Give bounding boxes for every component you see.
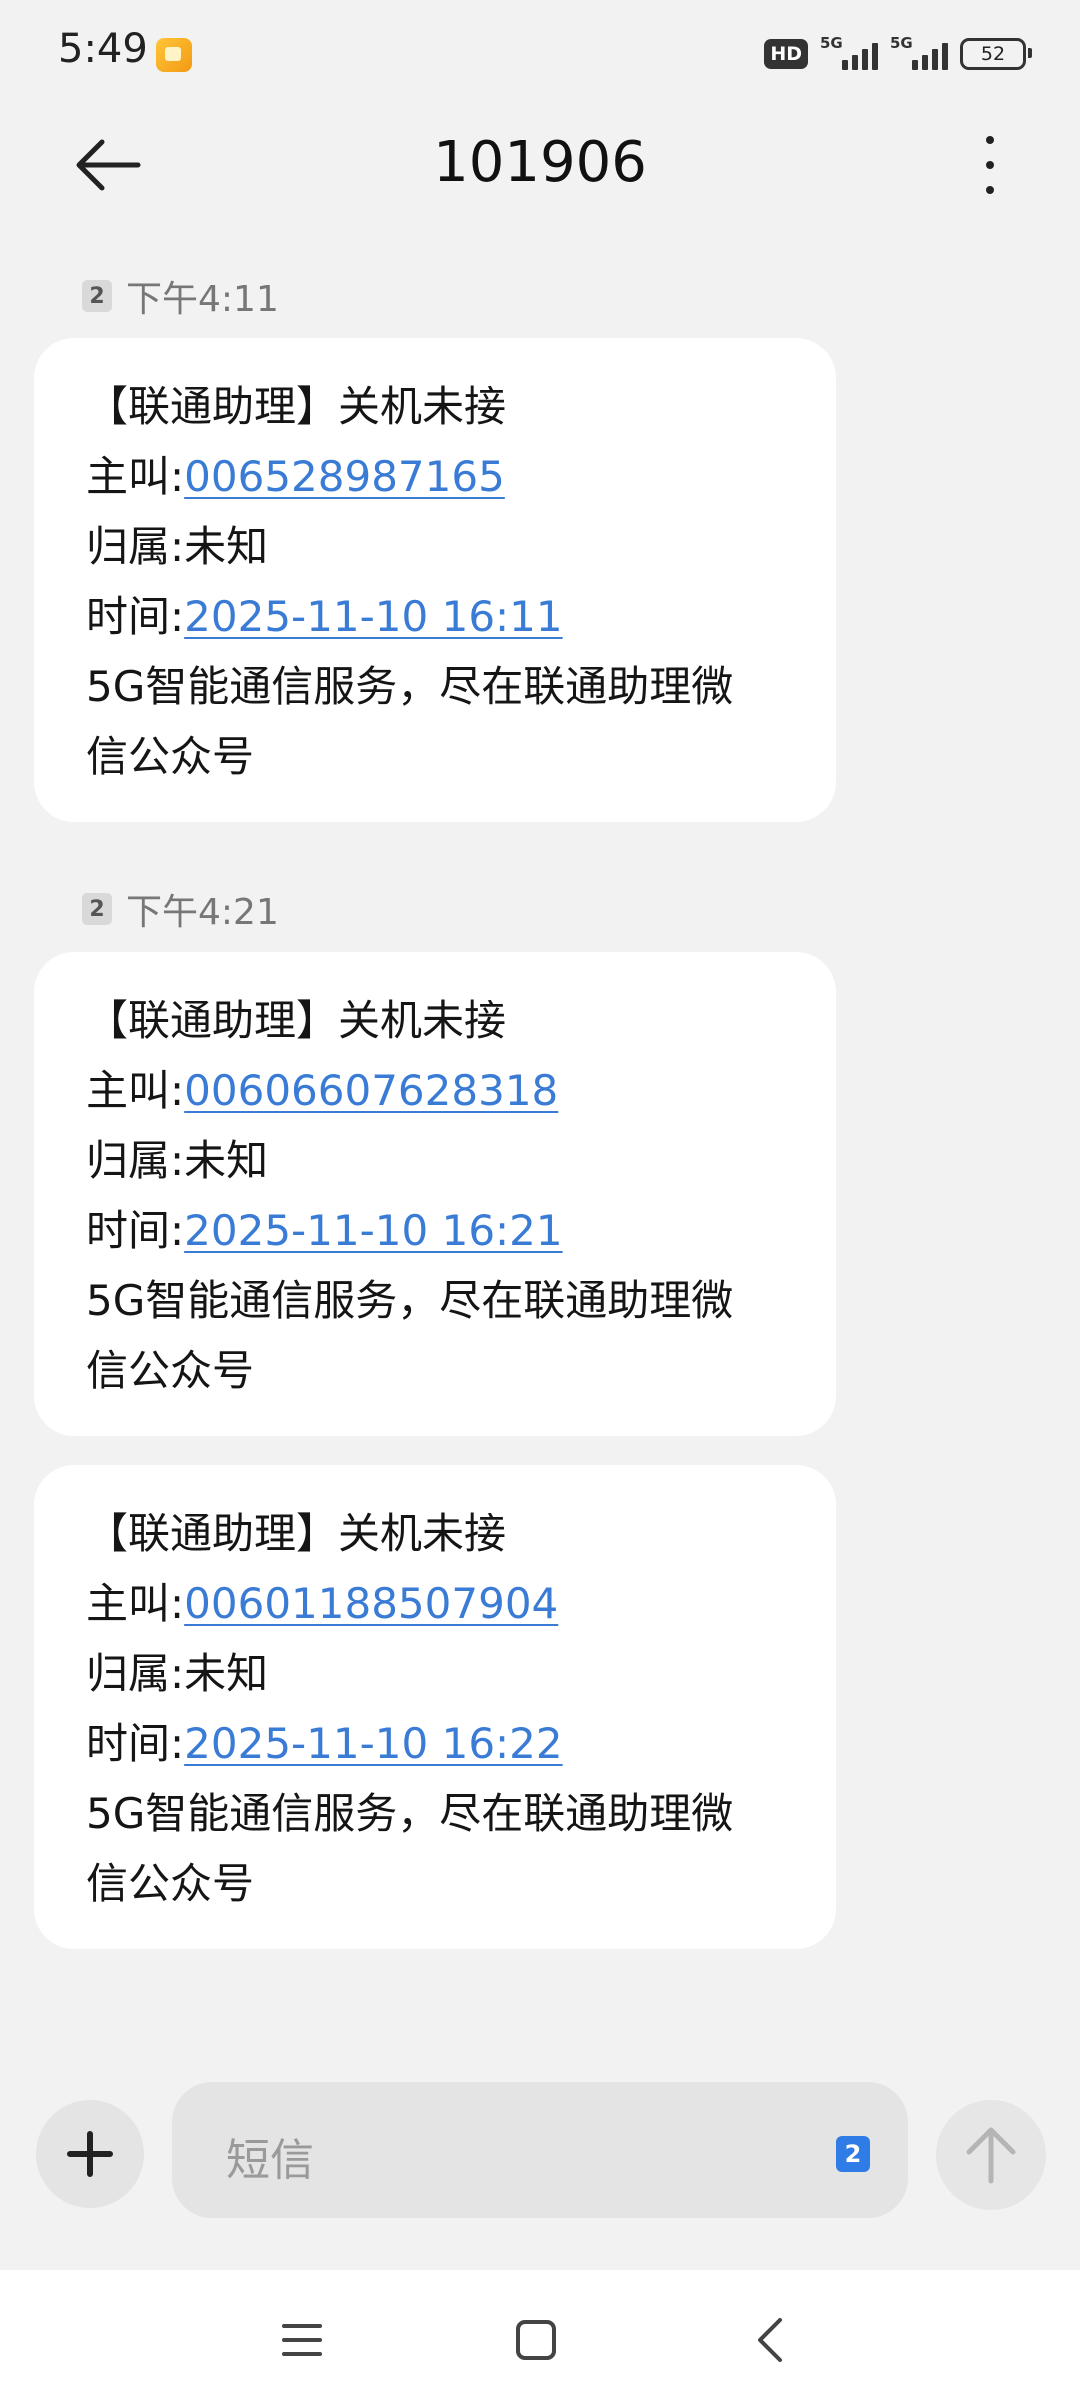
message-line: 主叫:006528987165	[86, 452, 505, 501]
message-line: 【联通助理】关机未接	[86, 1509, 507, 1558]
recent-apps-button[interactable]	[272, 2310, 332, 2370]
battery-icon: 52	[960, 38, 1032, 70]
sim-2-icon: 2	[82, 893, 112, 925]
message-line: 主叫:00601188507904	[86, 1579, 559, 1628]
message-bubble[interactable]: 【联通助理】关机未接 主叫:00601188507904 归属:未知 时间:20…	[34, 1465, 836, 1949]
message-line: 归属:未知	[86, 1136, 269, 1185]
more-vertical-icon	[986, 136, 994, 144]
datetime-link[interactable]: 2025-11-10 16:22	[184, 1719, 562, 1768]
message-line: 【联通助理】关机未接	[86, 382, 507, 431]
caller-number-link[interactable]: 00601188507904	[184, 1579, 558, 1628]
status-icons: HD 5G 5G 52	[764, 34, 1032, 74]
timestamp-text: 下午4:11	[126, 279, 279, 320]
message-line: 信公众号	[86, 732, 255, 781]
message-line: 归属:未知	[86, 1649, 269, 1698]
message-line: 时间:2025-11-10 16:11	[86, 592, 563, 641]
message-line: 5G智能通信服务，尽在联通助理微	[86, 662, 734, 711]
message-bubble[interactable]: 【联通助理】关机未接 主叫:006528987165 归属:未知 时间:2025…	[34, 338, 836, 822]
message-line: 主叫:00606607628318	[86, 1066, 559, 1115]
message-input[interactable]: 短信 2	[172, 2082, 908, 2218]
message-timestamp: 2 下午4:21	[82, 883, 279, 935]
message-input-placeholder: 短信	[226, 2135, 314, 2186]
hd-voice-icon: HD	[764, 39, 808, 69]
more-options-button[interactable]	[960, 132, 1020, 198]
system-back-button[interactable]	[740, 2310, 800, 2370]
message-line: 时间:2025-11-10 16:22	[86, 1719, 563, 1768]
status-time: 5:49	[58, 26, 148, 72]
arrow-up-icon	[966, 2127, 1016, 2184]
message-line: 信公众号	[86, 1859, 255, 1908]
sim-2-icon: 2	[82, 280, 112, 312]
message-line: 归属:未知	[86, 522, 269, 571]
square-icon	[516, 2320, 556, 2360]
caller-number-link[interactable]: 006528987165	[184, 452, 505, 501]
conversation-header: 101906	[0, 110, 1080, 220]
home-button[interactable]	[506, 2310, 566, 2370]
signal-sim1-icon: 5G	[820, 34, 878, 70]
message-timestamp: 2 下午4:11	[82, 270, 279, 322]
plus-icon	[67, 2131, 113, 2177]
message-bubble[interactable]: 【联通助理】关机未接 主叫:00606607628318 归属:未知 时间:20…	[34, 952, 836, 1436]
message-line: 信公众号	[86, 1346, 255, 1395]
compose-bar: 短信 2	[0, 2080, 1080, 2230]
send-button[interactable]	[936, 2100, 1046, 2210]
conversation-title: 101906	[433, 130, 647, 195]
add-attachment-button[interactable]	[36, 2100, 144, 2208]
caller-number-link[interactable]: 00606607628318	[184, 1066, 558, 1115]
gallery-notification-icon	[156, 38, 192, 72]
status-bar: 5:49 HD 5G 5G 52	[0, 0, 1080, 110]
message-line: 5G智能通信服务，尽在联通助理微	[86, 1276, 734, 1325]
message-line: 时间:2025-11-10 16:21	[86, 1206, 563, 1255]
menu-icon	[282, 2324, 322, 2356]
message-line: 5G智能通信服务，尽在联通助理微	[86, 1789, 734, 1838]
datetime-link[interactable]: 2025-11-10 16:11	[184, 592, 562, 641]
chevron-left-icon	[758, 2318, 782, 2362]
sim-select-button[interactable]: 2	[836, 2136, 870, 2172]
system-navigation-bar	[0, 2270, 1080, 2400]
signal-sim2-icon: 5G	[890, 34, 948, 70]
datetime-link[interactable]: 2025-11-10 16:21	[184, 1206, 562, 1255]
timestamp-text: 下午4:21	[126, 892, 279, 933]
message-line: 【联通助理】关机未接	[86, 996, 507, 1045]
